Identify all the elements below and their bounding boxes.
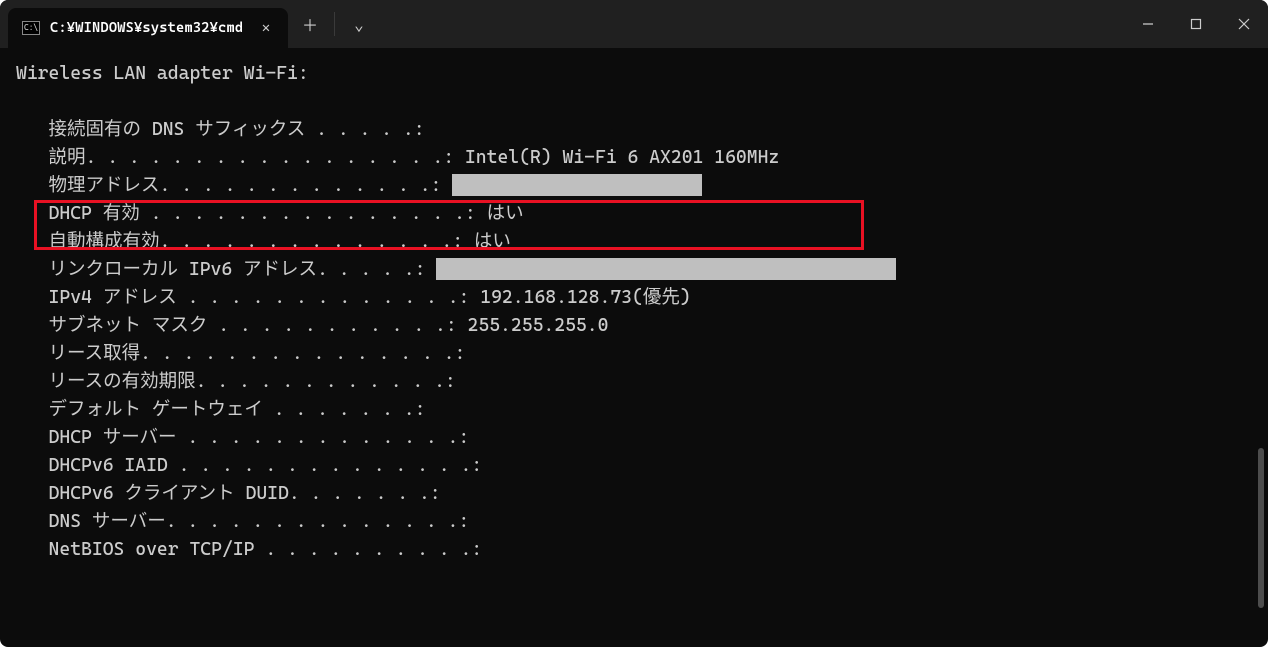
output-line: リンクローカル IPv6 アドレス. . . . .: xyxy=(16,256,1252,284)
output-line: 自動構成有効. . . . . . . . . . . . . .: はい xyxy=(16,228,1252,256)
field-value: Intel(R) Wi-Fi 6 AX201 160MHz xyxy=(454,147,779,168)
field-dots: . . . . . . . . . . . . . . .: xyxy=(151,203,476,224)
new-tab-button[interactable]: ＋ xyxy=(288,0,332,48)
field-dots: . . . . . . .: xyxy=(274,399,426,420)
redacted-value xyxy=(436,258,896,280)
output-line: 物理アドレス. . . . . . . . . . . . .: xyxy=(16,172,1252,200)
field-label: 物理アドレス xyxy=(16,175,160,196)
field-label: DHCP 有効 xyxy=(16,203,151,224)
field-label: デフォルト ゲートウェイ xyxy=(16,399,274,420)
field-label: DHCP サーバー xyxy=(16,427,187,448)
field-dots: . . . . . . . . . . . . .: xyxy=(187,427,469,448)
field-dots: . . . . . . . . . . . . . . .: xyxy=(140,343,465,364)
output-line: IPv4 アドレス . . . . . . . . . . . . .: 192… xyxy=(16,284,1252,312)
field-dots: . . . . . . . . . . . .: xyxy=(196,371,456,392)
field-label: サブネット マスク xyxy=(16,315,218,336)
field-label: リースの有効期限 xyxy=(16,371,196,392)
field-dots: . . . . . . . . . . . . .: xyxy=(160,175,442,196)
tab-title: C:¥WINDOWS¥system32¥cmd xyxy=(50,20,246,36)
field-dots: . . . . . . . . . .: xyxy=(265,539,482,560)
console-icon: C:\ xyxy=(22,21,40,35)
tab-dropdown-button[interactable]: ⌄ xyxy=(337,0,381,48)
field-label: IPv4 アドレス xyxy=(16,287,188,308)
output-line: 説明. . . . . . . . . . . . . . . . .: Int… xyxy=(16,144,1252,172)
field-dots: . . . . .: xyxy=(317,259,425,280)
tab-active[interactable]: C:\ C:¥WINDOWS¥system32¥cmd ✕ xyxy=(8,8,288,48)
field-label: 説明 xyxy=(16,147,86,168)
close-button[interactable] xyxy=(1220,0,1268,48)
field-value: はい xyxy=(463,231,511,252)
output-line: DHCP 有効 . . . . . . . . . . . . . . .: は… xyxy=(16,200,1252,228)
field-dots: . . . . . . . . . . .: xyxy=(218,315,456,336)
close-tab-button[interactable]: ✕ xyxy=(256,20,276,36)
output-line: 接続固有の DNS サフィックス . . . . .: xyxy=(16,116,1252,144)
field-label: DHCPv6 IAID xyxy=(16,455,179,476)
window-controls xyxy=(1124,0,1268,48)
output-line: DHCPv6 クライアント DUID. . . . . . .: xyxy=(16,480,1252,508)
output-line: サブネット マスク . . . . . . . . . . .: 255.255… xyxy=(16,312,1252,340)
terminal-output[interactable]: Wireless LAN adapter Wi-Fi: 接続固有の DNS サフ… xyxy=(0,60,1268,584)
field-label: NetBIOS over TCP/IP xyxy=(16,539,265,560)
output-line: デフォルト ゲートウェイ . . . . . . .: xyxy=(16,396,1252,424)
field-dots: . . . . . . . . . . . . . . . . .: xyxy=(86,147,455,168)
tab-actions: ＋ ⌄ xyxy=(288,0,381,48)
minimize-button[interactable] xyxy=(1124,0,1172,48)
tab-divider xyxy=(334,12,335,36)
field-label: DHCPv6 クライアント DUID xyxy=(16,483,289,504)
output-line: NetBIOS over TCP/IP . . . . . . . . . .: xyxy=(16,536,1252,564)
field-value: 192.168.128.73(優先) xyxy=(469,287,690,308)
field-dots: . . . . . . . . . . . . . .: xyxy=(160,231,464,252)
field-dots: . . . . . . . . . . . . . .: xyxy=(166,511,470,532)
field-value: はい xyxy=(476,203,524,224)
field-label: リース取得 xyxy=(16,343,140,364)
field-dots: . . . . . . . . . . . . . .: xyxy=(179,455,483,476)
tab-row: C:\ C:¥WINDOWS¥system32¥cmd ✕ ＋ ⌄ xyxy=(0,0,1124,48)
field-label: 自動構成有効 xyxy=(16,231,160,252)
adapter-header: Wireless LAN adapter Wi-Fi: xyxy=(16,60,1252,88)
output-line: DHCPv6 IAID . . . . . . . . . . . . . .: xyxy=(16,452,1252,480)
titlebar: C:\ C:¥WINDOWS¥system32¥cmd ✕ ＋ ⌄ xyxy=(0,0,1268,48)
field-label: 接続固有の DNS サフィックス xyxy=(16,119,305,140)
field-dots: . . . . .: xyxy=(305,119,424,140)
output-line: リースの有効期限. . . . . . . . . . . .: xyxy=(16,368,1252,396)
output-line: DHCP サーバー . . . . . . . . . . . . .: xyxy=(16,424,1252,452)
field-dots: . . . . . . .: xyxy=(289,483,441,504)
output-line: DNS サーバー. . . . . . . . . . . . . .: xyxy=(16,508,1252,536)
terminal-window: C:\ C:¥WINDOWS¥system32¥cmd ✕ ＋ ⌄ Wirele… xyxy=(0,0,1268,647)
field-value: 255.255.255.0 xyxy=(457,315,609,336)
field-dots: . . . . . . . . . . . . .: xyxy=(188,287,470,308)
redacted-value xyxy=(452,174,702,196)
output-line: リース取得. . . . . . . . . . . . . . .: xyxy=(16,340,1252,368)
field-label: リンクローカル IPv6 アドレス xyxy=(16,259,317,280)
maximize-button[interactable] xyxy=(1172,0,1220,48)
scrollbar-thumb[interactable] xyxy=(1258,448,1264,608)
field-label: DNS サーバー xyxy=(16,511,166,532)
